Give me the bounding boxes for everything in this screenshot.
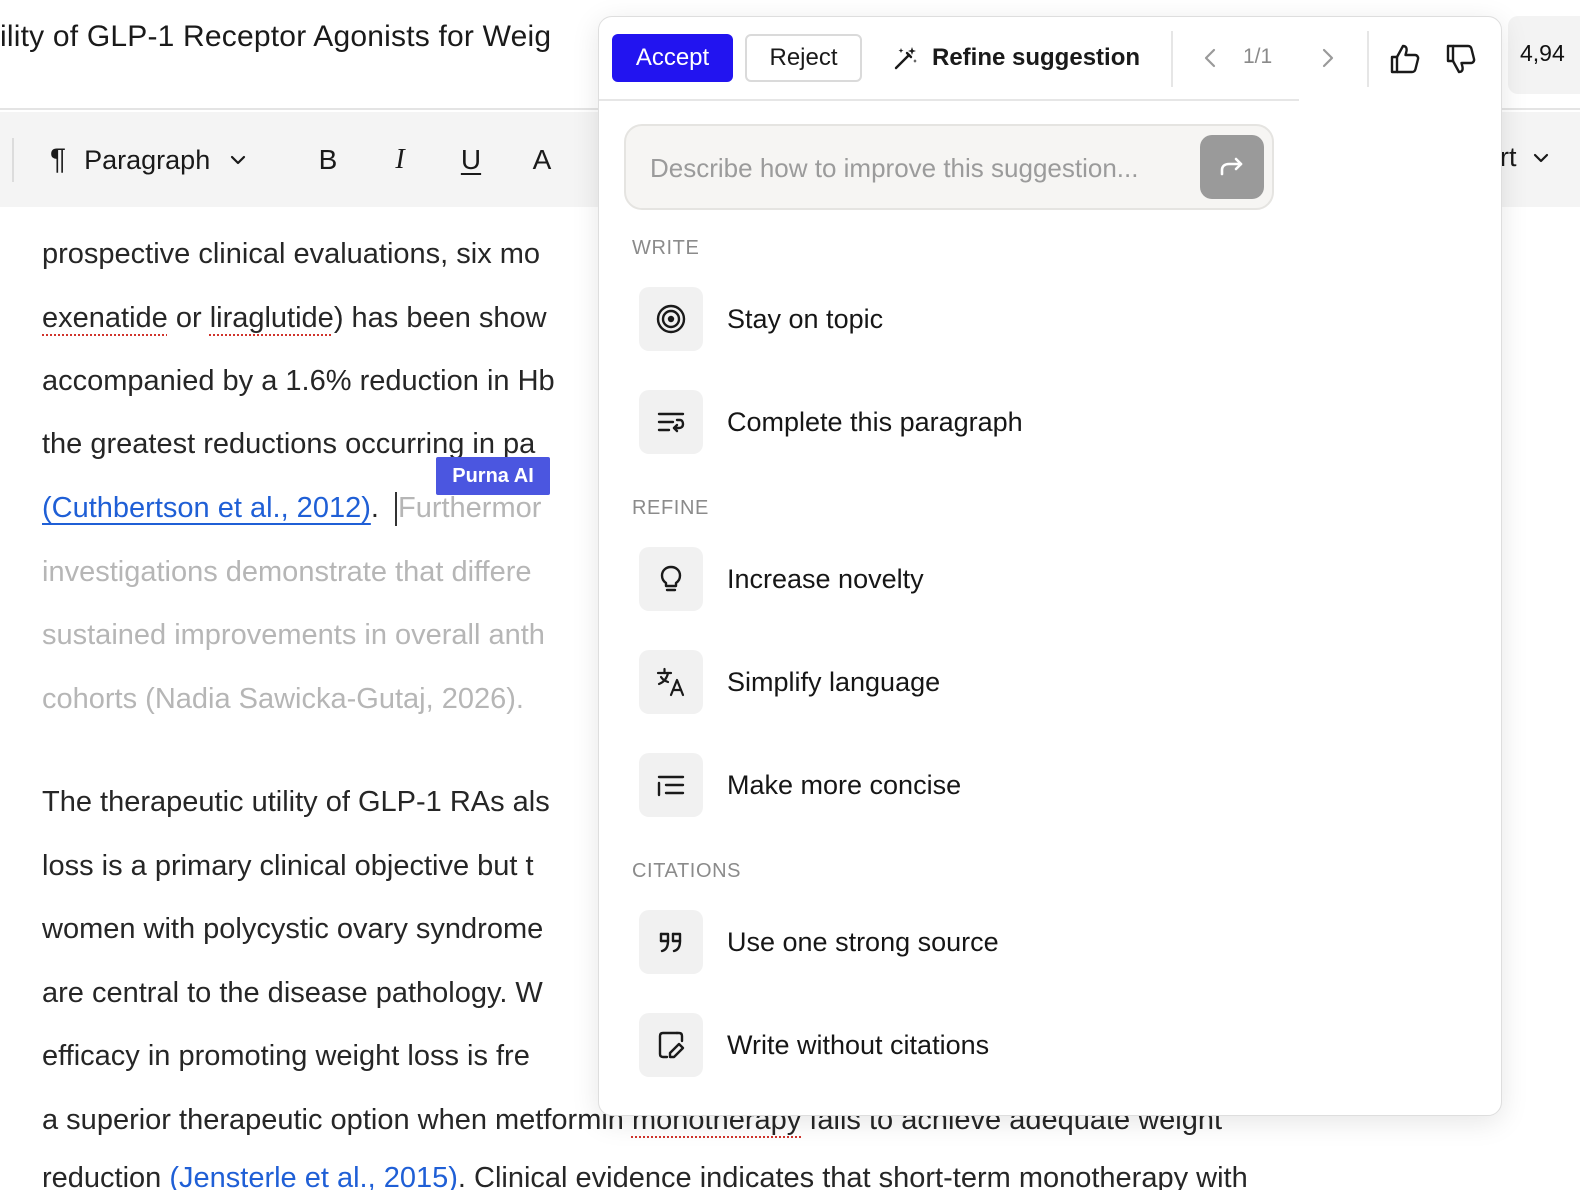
- chevron-right-icon: [1322, 48, 1334, 68]
- misspelled-word[interactable]: liraglutide: [210, 302, 334, 334]
- translate-icon: [656, 667, 685, 697]
- send-refine-button[interactable]: [1200, 135, 1264, 199]
- text-line: The therapeutic utility of GLP-1 RAs als: [42, 786, 550, 818]
- thumbs-up-button[interactable]: [1385, 39, 1425, 79]
- text-line: are central to the disease pathology. W: [42, 977, 543, 1009]
- option-write-without-citations[interactable]: Write without citations: [639, 1013, 1439, 1077]
- text-line: accompanied by a 1.6% reduction in Hb: [42, 365, 555, 397]
- forward-arrow-icon: [1220, 157, 1243, 176]
- misspelled-word[interactable]: exenatide: [42, 302, 168, 334]
- refine-input-box: [624, 124, 1274, 210]
- toolbar-divider: [12, 138, 14, 182]
- paragraph-style-label: Paragraph: [84, 144, 211, 175]
- suggestion-counter: 1/1: [1243, 45, 1273, 68]
- magic-wand-icon: [894, 47, 917, 70]
- option-label: Increase novelty: [727, 563, 924, 594]
- quote-icon: [659, 932, 682, 953]
- text-line: prospective clinical evaluations, six mo: [42, 238, 541, 270]
- ai-suggestion-line: cohorts (Nadia Sawicka-Gutaj, 2026).: [42, 683, 524, 715]
- option-make-concise[interactable]: Make more concise: [639, 753, 1439, 817]
- reject-button[interactable]: Reject: [745, 34, 862, 82]
- thumbs-up-icon: [1390, 44, 1420, 74]
- option-label: Write without citations: [727, 1029, 990, 1060]
- toolbar-right-dropdown[interactable]: rt: [1500, 142, 1551, 173]
- ai-suggestion-text[interactable]: Furthermor: [398, 492, 541, 524]
- option-simplify-language[interactable]: Simplify language: [639, 650, 1439, 714]
- text-line: women with polycystic ovary syndrome: [42, 913, 544, 945]
- option-complete-paragraph[interactable]: Complete this paragraph: [639, 390, 1439, 454]
- thumbs-down-icon: [1446, 44, 1476, 74]
- document-title[interactable]: ility of GLP-1 Receptor Agonists for Wei…: [0, 20, 551, 54]
- chevron-down-icon: [1533, 153, 1548, 162]
- previous-suggestion-button[interactable]: [1193, 41, 1227, 75]
- target-icon: [656, 304, 686, 334]
- chevron-down-icon: [231, 155, 246, 165]
- text-line: efficacy in promoting weight loss is fre: [42, 1040, 530, 1072]
- accept-button[interactable]: Accept: [612, 34, 733, 82]
- ai-author-tag: Purna AI: [436, 457, 550, 495]
- refine-suggestion-button[interactable]: Refine suggestion: [892, 34, 1140, 82]
- pilcrow-icon: ¶: [50, 143, 67, 176]
- bold-button[interactable]: B: [308, 140, 348, 180]
- ai-suggestion-line: investigations demonstrate that differe: [42, 556, 532, 588]
- citation-link[interactable]: (Cuthbertson et al., 2012): [42, 492, 371, 524]
- section-heading-citations: CITATIONS: [632, 860, 742, 882]
- paragraph-style-dropdown[interactable]: ¶ Paragraph: [50, 138, 248, 182]
- text-color-button[interactable]: A: [522, 140, 562, 180]
- text-line: exenatide or liraglutide) has been show: [42, 302, 547, 334]
- option-label: Simplify language: [727, 666, 941, 697]
- option-label: Make more concise: [727, 769, 962, 800]
- ai-suggestion-line: sustained improvements in overall anth: [42, 619, 545, 651]
- citation-link[interactable]: (Jensterle et al., 2015): [169, 1162, 458, 1190]
- option-label: Use one strong source: [727, 926, 999, 957]
- lightbulb-icon: [660, 565, 682, 592]
- section-heading-write: WRITE: [632, 237, 700, 259]
- thumbs-down-button[interactable]: [1441, 39, 1481, 79]
- next-suggestion-button[interactable]: [1311, 41, 1345, 75]
- italic-button[interactable]: I: [380, 140, 420, 180]
- chevron-left-icon: [1204, 48, 1216, 68]
- toolbar-right-label: rt: [1500, 142, 1517, 172]
- underline-button[interactable]: U: [451, 140, 491, 180]
- suggestion-popup: Accept Reject Refine suggestion 1/1 Desc…: [598, 16, 1502, 1116]
- section-heading-refine: REFINE: [632, 497, 709, 519]
- popup-divider: [1367, 31, 1369, 87]
- word-count-badge: 4,94: [1508, 16, 1580, 94]
- refine-instruction-input[interactable]: [650, 146, 1190, 190]
- option-label: Stay on topic: [727, 303, 884, 334]
- popup-divider: [1171, 31, 1173, 87]
- option-stay-on-topic[interactable]: Stay on topic: [639, 287, 1439, 351]
- document-edit-icon: [658, 1031, 685, 1059]
- text-wrap-icon: [657, 412, 685, 433]
- option-increase-novelty[interactable]: Increase novelty: [639, 547, 1439, 611]
- text-line: reduction (Jensterle et al., 2015). Clin…: [42, 1158, 1248, 1190]
- refine-suggestion-label: Refine suggestion: [932, 44, 1141, 71]
- option-use-one-strong-source[interactable]: Use one strong source: [639, 910, 1439, 974]
- text-cursor: [394, 492, 397, 527]
- option-label: Complete this paragraph: [727, 406, 1023, 437]
- list-indent-icon: [657, 775, 685, 797]
- text-line: loss is a primary clinical objective but…: [42, 850, 534, 882]
